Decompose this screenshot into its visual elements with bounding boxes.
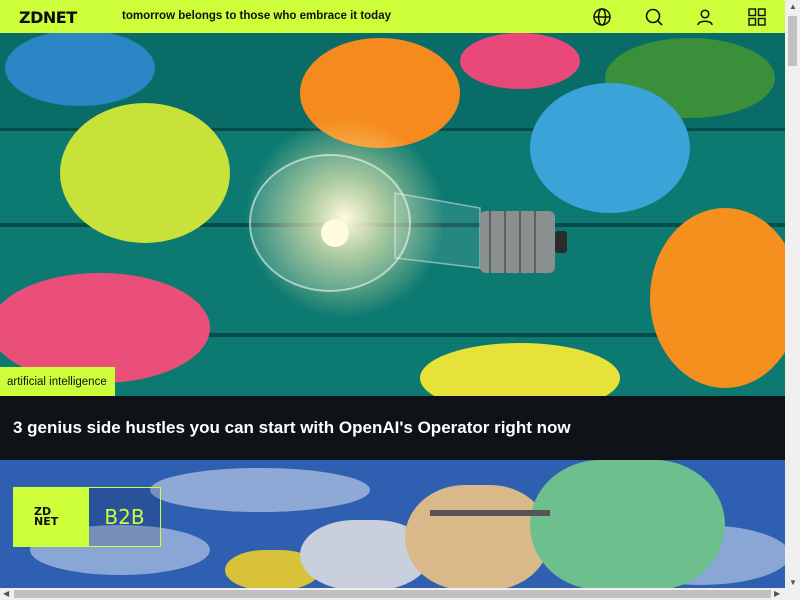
badge-label: B2B [89, 488, 160, 546]
hero-image[interactable] [0, 33, 785, 396]
site-header: ZDNET tomorrow belongs to those who embr… [0, 0, 785, 33]
horizontal-scroll-thumb[interactable] [14, 590, 771, 598]
vertical-scroll-thumb[interactable] [788, 16, 797, 66]
scroll-down-icon[interactable]: ▼ [789, 578, 797, 587]
scroll-left-icon[interactable]: ◀ [3, 589, 9, 598]
horizontal-scrollbar[interactable]: ◀ ▶ [0, 588, 785, 600]
grid-menu-icon[interactable] [746, 6, 768, 28]
user-icon[interactable] [694, 6, 716, 28]
badge-logo-bottom: NET [34, 515, 59, 528]
site-tagline: tomorrow belongs to those who embrace it… [122, 10, 391, 22]
category-tag[interactable]: artificial intelligence [0, 367, 115, 396]
zdnet-b2b-badge[interactable]: ZD NET B2B [13, 487, 161, 547]
zdnet-logo[interactable]: ZDNET [19, 8, 77, 27]
scroll-up-icon[interactable]: ▲ [789, 2, 797, 11]
globe-icon[interactable] [591, 6, 613, 28]
scroll-right-icon[interactable]: ▶ [774, 589, 780, 598]
vertical-scrollbar[interactable]: ▲ ▼ [785, 0, 800, 600]
article-headline[interactable]: 3 genius side hustles you can start with… [13, 418, 571, 438]
search-icon[interactable] [643, 6, 665, 28]
